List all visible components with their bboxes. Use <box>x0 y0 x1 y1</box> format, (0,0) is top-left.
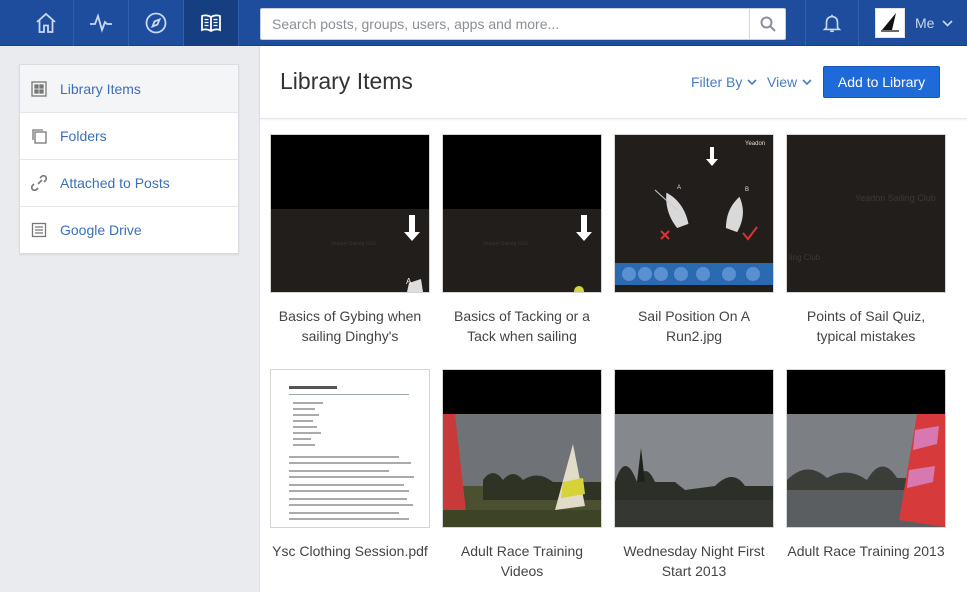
library-item-title: Adult Race Training 2013 <box>787 543 945 559</box>
library-book-icon <box>201 14 221 33</box>
filter-by-dropdown[interactable]: Filter By <box>691 74 757 90</box>
home-nav-button[interactable] <box>19 0 74 46</box>
library-item-points-of-sail[interactable]: Yeadon Sailing Club ling Club Points of … <box>786 134 946 346</box>
document-icon <box>30 221 48 239</box>
library-item-title: Points of Sail Quiz, typical mistakes <box>806 308 926 344</box>
bell-icon <box>822 14 842 33</box>
library-item-title: Adult Race Training Videos <box>460 543 584 579</box>
svg-text:B: B <box>745 187 749 193</box>
sidebar-item-label: Library Items <box>60 80 141 97</box>
svg-text:Yeadon Sailing Club: Yeadon Sailing Club <box>855 193 936 203</box>
add-to-library-button[interactable]: Add to Library <box>823 66 940 98</box>
folders-icon <box>30 127 48 145</box>
sidebar-item-folders[interactable]: Folders <box>20 112 238 159</box>
profile-menu[interactable]: Me <box>860 0 967 46</box>
library-item-adult-race-videos[interactable]: Adult Race Training Videos <box>442 369 602 581</box>
link-icon <box>30 174 48 192</box>
library-item-title: Sail Position On A Run2.jpg <box>637 308 751 344</box>
svg-text:ling Club: ling Club <box>789 253 821 262</box>
sailboat-logo-icon <box>881 13 899 32</box>
video-thumbnail[interactable]: Yeadon Sailing Club ling Club <box>786 134 946 293</box>
activity-icon <box>90 13 112 33</box>
library-item-wednesday-night[interactable]: Wednesday Night First Start 2013 <box>614 369 774 581</box>
svg-text:A: A <box>406 277 412 286</box>
video-thumbnail[interactable]: Yeadon Sailing Club <box>442 134 602 293</box>
video-thumbnail[interactable] <box>442 369 602 528</box>
library-item-clothing-session[interactable]: Ysc Clothing Session.pdf <box>270 369 430 561</box>
svg-text:Yeadon Sailing Club: Yeadon Sailing Club <box>483 241 528 247</box>
library-item-gybing[interactable]: Yeadon Sailing Club A Basics of Gybing w… <box>270 134 430 346</box>
chevron-down-icon <box>942 19 954 27</box>
notifications-button[interactable] <box>805 0 859 46</box>
library-header: Library Items Filter By View Add to Libr… <box>260 46 967 119</box>
library-item-adult-race-2013[interactable]: Adult Race Training 2013 <box>786 369 946 561</box>
library-item-title: Basics of Gybing when sailing Dinghy's <box>278 308 422 344</box>
grid-icon <box>30 80 48 98</box>
image-thumbnail[interactable]: Yeadon A B <box>614 134 774 293</box>
video-thumbnail[interactable] <box>786 369 946 528</box>
search-button[interactable] <box>749 9 785 39</box>
chevron-down-icon <box>747 79 757 85</box>
page-title: Library Items <box>280 68 413 94</box>
sidebar-item-label: Attached to Posts <box>60 175 170 191</box>
search-box <box>260 8 786 40</box>
explore-nav-button[interactable] <box>129 0 184 46</box>
view-dropdown[interactable]: View <box>767 74 812 90</box>
svg-text:Yeadon Sailing Club: Yeadon Sailing Club <box>331 241 376 247</box>
filter-by-label: Filter By <box>691 74 743 90</box>
library-nav-button[interactable] <box>184 0 239 46</box>
library-item-title: Basics of Tacking or a Tack when sailing <box>454 308 590 344</box>
sidebar-item-label: Folders <box>60 128 107 144</box>
library-sidebar: Library Items Folders Attached to Posts … <box>19 64 239 254</box>
sidebar-item-library-items[interactable]: Library Items <box>20 65 238 112</box>
video-thumbnail[interactable]: Yeadon Sailing Club A <box>270 134 430 293</box>
video-thumbnail[interactable] <box>614 369 774 528</box>
svg-text:A: A <box>677 185 681 191</box>
compass-icon <box>145 12 167 34</box>
svg-text:Yeadon: Yeadon <box>745 141 765 147</box>
document-thumbnail[interactable] <box>270 369 430 528</box>
library-item-tacking[interactable]: Yeadon Sailing Club Basics of Tacking or… <box>442 134 602 346</box>
library-item-sail-position[interactable]: Yeadon A B Sail Position On A Run2.jpg <box>614 134 774 346</box>
activity-nav-button[interactable] <box>74 0 129 46</box>
library-item-title: Wednesday Night First Start 2013 <box>623 543 765 579</box>
search-icon <box>760 16 776 32</box>
profile-label: Me <box>915 15 935 31</box>
search-input[interactable] <box>261 9 751 39</box>
sidebar-item-google-drive[interactable]: Google Drive <box>20 206 238 253</box>
library-main-panel: Library Items Filter By View Add to Libr… <box>259 46 967 592</box>
avatar <box>875 8 905 38</box>
sidebar-item-label: Google Drive <box>60 222 142 238</box>
home-icon <box>36 12 56 33</box>
view-label: View <box>767 74 798 90</box>
top-navigation-bar: Me <box>0 0 967 46</box>
sidebar-item-attached-to-posts[interactable]: Attached to Posts <box>20 159 238 206</box>
library-item-title: Ysc Clothing Session.pdf <box>272 543 428 559</box>
chevron-down-icon <box>802 79 812 85</box>
